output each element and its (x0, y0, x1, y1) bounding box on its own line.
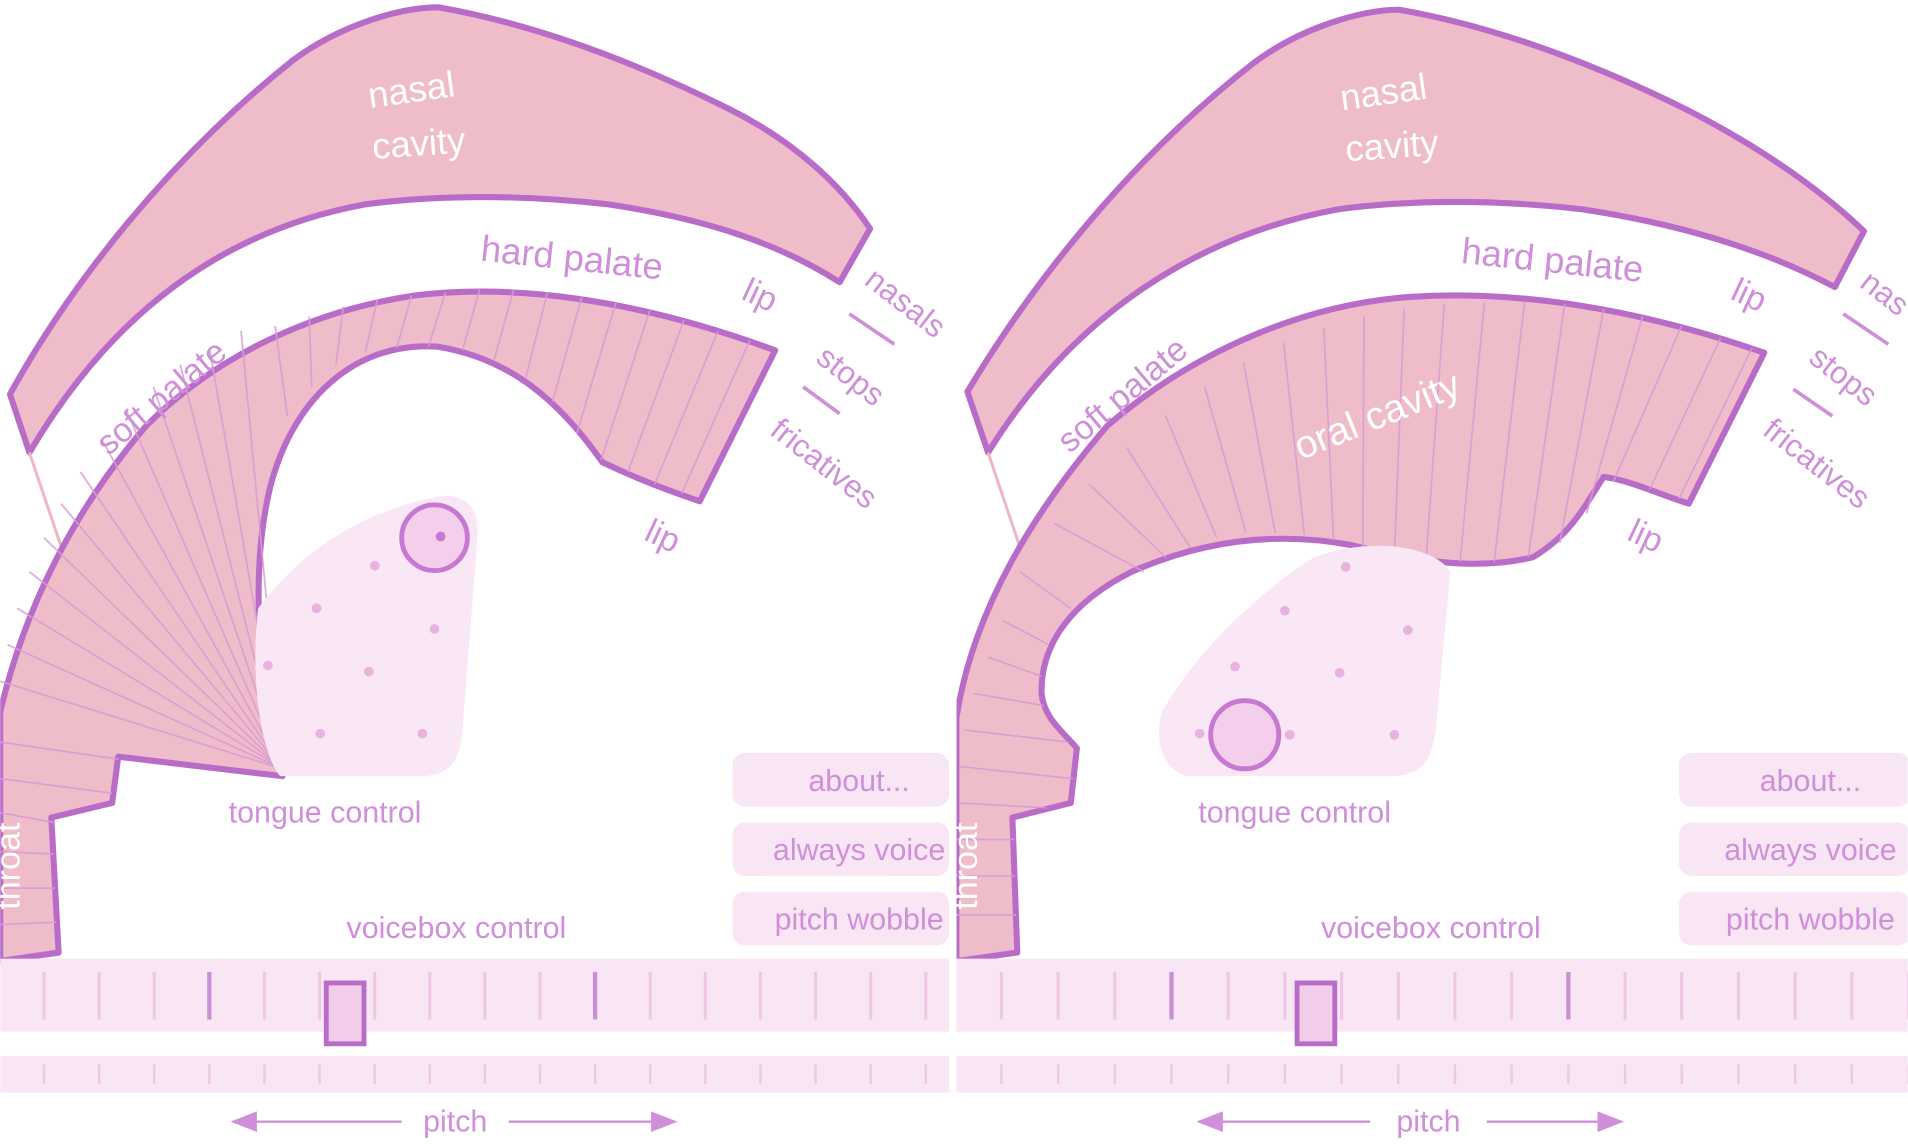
velum-line (27, 452, 65, 555)
voicebox-keyboard[interactable] (956, 958, 1908, 1032)
tongue-control-area[interactable] (1158, 545, 1451, 777)
pitch-label: pitch (1396, 1104, 1460, 1138)
lip-bottom-label: lip (1622, 512, 1669, 561)
vocal-tract-panel-left: nasal cavity hard palate soft palate lip… (0, 4, 953, 1138)
always-voice-button-label: always voice (1724, 833, 1896, 867)
hard-palate-label: hard palate (1460, 230, 1646, 290)
panel-divider (951, 0, 957, 1146)
cavity-label: cavity (371, 119, 468, 166)
pitch-strip[interactable] (956, 1055, 1908, 1093)
pitch-slider-handle-icon[interactable] (323, 980, 367, 1047)
pitch-arrow-left-icon (1196, 1111, 1223, 1132)
always-voice-button[interactable]: always voice (1679, 822, 1908, 876)
nasals-label: nasals (859, 260, 953, 345)
stops-label: stops (1803, 338, 1885, 413)
pitch-arrow-right-icon (651, 1111, 678, 1132)
tongue-handle-center (435, 531, 446, 542)
about-button[interactable]: about... (1679, 753, 1908, 807)
lip-bottom-label: lip (639, 512, 686, 561)
tongue-handle-icon[interactable] (1208, 698, 1282, 772)
tongue-control-label: tongue control (229, 795, 422, 829)
pitch-wobble-button-label: pitch wobble (775, 902, 944, 936)
pink-trombone-screenshot: nasal cavity hard palate soft palate lip… (0, 0, 1908, 1146)
always-voice-button-label: always voice (773, 833, 945, 867)
pitch-wobble-button[interactable]: pitch wobble (1679, 891, 1908, 946)
voicebox-control-label: voicebox control (347, 911, 567, 945)
lip-top-label: lip (737, 271, 784, 320)
fricatives-label: fricatives (764, 411, 884, 516)
lip-top-label: lip (1726, 271, 1773, 320)
about-button-label: about... (1760, 764, 1861, 798)
nasals-label: nas (1854, 263, 1908, 323)
tongue-control-label: tongue control (1198, 795, 1391, 829)
velum-line (986, 452, 1024, 555)
always-voice-button[interactable]: always voice (732, 822, 950, 876)
hard-palate-label: hard palate (479, 228, 665, 288)
pitch-wobble-button-label: pitch wobble (1726, 902, 1895, 936)
cavity-label: cavity (1344, 122, 1441, 169)
voicebox-keyboard[interactable] (0, 958, 950, 1032)
about-button[interactable]: about... (732, 753, 950, 807)
fricatives-label: fricatives (1757, 411, 1877, 516)
voicebox-control-label: voicebox control (1321, 911, 1541, 945)
pitch-strip[interactable] (0, 1055, 950, 1093)
about-button-label: about... (808, 764, 909, 798)
pitch-arrow-left-icon (230, 1111, 257, 1132)
pitch-slider-handle-icon[interactable] (1294, 980, 1338, 1047)
throat-label: throat (0, 822, 28, 910)
pitch-wobble-button[interactable]: pitch wobble (732, 891, 950, 946)
vocal-tract-panel-right: nasal cavity oral cavity hard palate sof… (956, 6, 1908, 1138)
pitch-label: pitch (423, 1104, 487, 1138)
pitch-arrow-right-icon (1597, 1111, 1625, 1132)
tongue-handle-icon[interactable] (399, 502, 470, 573)
